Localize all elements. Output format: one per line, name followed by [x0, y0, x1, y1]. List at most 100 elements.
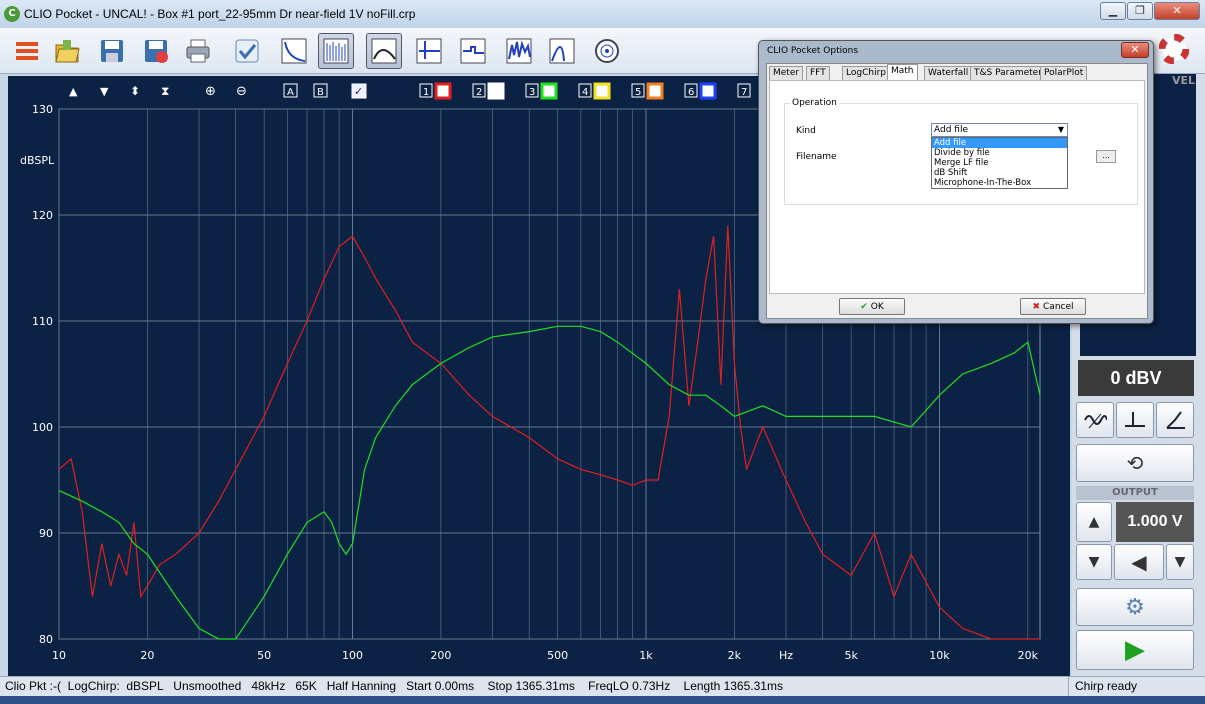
- close-window-button[interactable]: ✕: [1154, 2, 1200, 20]
- cursor-b-button[interactable]: B: [317, 87, 324, 98]
- save-button[interactable]: [94, 33, 130, 69]
- help-button[interactable]: [1156, 31, 1192, 67]
- tab-waterfall[interactable]: Waterfall: [924, 66, 973, 80]
- graph-spectrogram-button[interactable]: [501, 33, 537, 69]
- print-button[interactable]: [180, 33, 216, 69]
- graph-log-button[interactable]: [276, 33, 312, 69]
- ok-button[interactable]: ✔ OK: [839, 298, 905, 315]
- status-bar: Clio Pkt :-( LogChirp: dBSPL Unsmoothed …: [0, 676, 1205, 697]
- browse-button[interactable]: ...: [1096, 150, 1116, 163]
- overlay-2-toggle[interactable]: [487, 82, 505, 100]
- graph-log-icon: [281, 38, 307, 64]
- kind-option-microphone-in-the-box[interactable]: Microphone-In-The-Box: [932, 178, 1067, 188]
- input-mode-3-button[interactable]: [1156, 402, 1194, 438]
- overlay-1-toggle[interactable]: [434, 82, 452, 100]
- graph-response-button[interactable]: [366, 33, 402, 69]
- graph-step-button[interactable]: [455, 33, 491, 69]
- checkmark-icon: ✔: [860, 301, 868, 312]
- graph-step-icon: [460, 38, 486, 64]
- cancel-x-icon: ✖: [1032, 301, 1041, 312]
- output-level-readout: 1.000 V: [1116, 502, 1194, 542]
- kind-select[interactable]: Add file ▼: [931, 123, 1068, 137]
- compress-arrow[interactable]: ⧗: [161, 84, 169, 98]
- waveform-icon: [1084, 413, 1107, 429]
- kind-option-add-file[interactable]: Add file: [932, 138, 1067, 148]
- kind-option-db-shift[interactable]: dB Shift: [932, 168, 1067, 178]
- overlay-1-label[interactable]: 1: [423, 87, 429, 98]
- cancel-button[interactable]: ✖ Cancel: [1020, 298, 1086, 315]
- speaker-mute-button[interactable]: ◀: [1114, 544, 1164, 580]
- graph-response-icon: [371, 38, 397, 64]
- graph-impulse-button[interactable]: [411, 33, 447, 69]
- tab-ts-parameters[interactable]: T&S Parameters: [970, 66, 1051, 80]
- dialog-title: CLIO Pocket Options: [767, 46, 859, 56]
- x-tick-label: 10k: [929, 649, 950, 662]
- save-as-button[interactable]: [138, 33, 174, 69]
- output-up-button[interactable]: ▲: [1076, 502, 1112, 542]
- overlay-3-label[interactable]: 3: [529, 87, 535, 98]
- zoom-in-icon[interactable]: ⊕: [205, 84, 216, 99]
- taskbar-strip: [0, 696, 1205, 704]
- open-button[interactable]: [49, 33, 85, 69]
- overlay-4-label[interactable]: 4: [582, 87, 588, 98]
- maximize-button[interactable]: ❐: [1127, 2, 1153, 20]
- overlay-5-toggle[interactable]: [646, 82, 664, 100]
- zoom-out-icon[interactable]: ⊖: [236, 84, 247, 99]
- x-tick-label: 500: [547, 649, 568, 662]
- y-axis-label: dBSPL: [20, 154, 55, 167]
- output-down-button[interactable]: ▼: [1076, 544, 1112, 580]
- filename-label: Filename: [796, 152, 837, 162]
- app-logo-icon: C: [4, 6, 20, 22]
- slope-icon: [1166, 411, 1185, 429]
- y-tick-label: 100: [32, 421, 53, 434]
- tab-logchirp[interactable]: LogChirp: [842, 66, 890, 80]
- graph-waterfall-icon: [323, 38, 349, 64]
- check-button[interactable]: [229, 33, 265, 69]
- save-as-icon: [145, 40, 168, 63]
- dialog-body: Meter FFT LogChirp Math Waterfall T&S Pa…: [766, 63, 1148, 319]
- overlay-5-label[interactable]: 5: [635, 87, 641, 98]
- overlay-check-icon[interactable]: ✓: [354, 85, 363, 98]
- polar-icon: [595, 39, 619, 63]
- expand-arrow[interactable]: ⬍: [130, 84, 140, 98]
- kind-option-merge-lf-file[interactable]: Merge LF file: [932, 158, 1067, 168]
- play-button[interactable]: ▶: [1076, 630, 1194, 670]
- settings-button[interactable]: ⚙: [1076, 588, 1194, 626]
- tab-math[interactable]: Math: [887, 64, 918, 80]
- level-label: VEL: [1172, 74, 1196, 87]
- tab-meter[interactable]: Meter: [769, 66, 804, 80]
- polar-button[interactable]: [589, 33, 625, 69]
- loop-button[interactable]: ⟲: [1076, 444, 1194, 482]
- tab-fft[interactable]: FFT: [806, 66, 830, 80]
- y-tick-label: 120: [32, 209, 53, 222]
- overlay-2-label[interactable]: 2: [476, 87, 482, 98]
- tab-polarplot[interactable]: PolarPlot: [1040, 66, 1088, 80]
- x-tick-label: 50: [257, 649, 271, 662]
- checkmark-icon: [235, 39, 259, 63]
- graph-waterfall-button[interactable]: [318, 33, 354, 69]
- overlay-6-toggle[interactable]: [699, 82, 717, 100]
- minimize-button[interactable]: ▁: [1100, 2, 1126, 20]
- title-bar: C CLIO Pocket - UNCAL! - Box #1 port_22-…: [0, 0, 1205, 28]
- dialog-close-button[interactable]: ✕: [1121, 42, 1149, 58]
- chevron-down-icon: ▼: [1057, 125, 1064, 134]
- kind-option-divide-by-file[interactable]: Divide by file: [932, 148, 1067, 158]
- x-tick-label: 10: [52, 649, 66, 662]
- scale-up-arrow[interactable]: ▲: [69, 85, 78, 98]
- lifebuoy-icon: [1159, 34, 1189, 64]
- operation-group-label: Operation: [790, 98, 839, 108]
- overlay-4-toggle[interactable]: [593, 82, 611, 100]
- menu-button[interactable]: [9, 33, 45, 69]
- output-menu-button[interactable]: ▼: [1166, 544, 1194, 580]
- y-tick-label: 90: [39, 527, 53, 540]
- overlay-3-toggle[interactable]: [540, 82, 558, 100]
- input-mode-1-button[interactable]: [1076, 402, 1114, 438]
- cursor-a-button[interactable]: A: [287, 87, 294, 98]
- overlay-7-label[interactable]: 7: [741, 87, 747, 98]
- graph-impulse-peak-button[interactable]: [544, 33, 580, 69]
- x-tick-label: 5k: [844, 649, 858, 662]
- overlay-6-label[interactable]: 6: [688, 87, 694, 98]
- input-mode-2-button[interactable]: [1116, 402, 1154, 438]
- scale-down-arrow[interactable]: ▼: [100, 85, 109, 98]
- window-title: CLIO Pocket - UNCAL! - Box #1 port_22-95…: [24, 7, 416, 21]
